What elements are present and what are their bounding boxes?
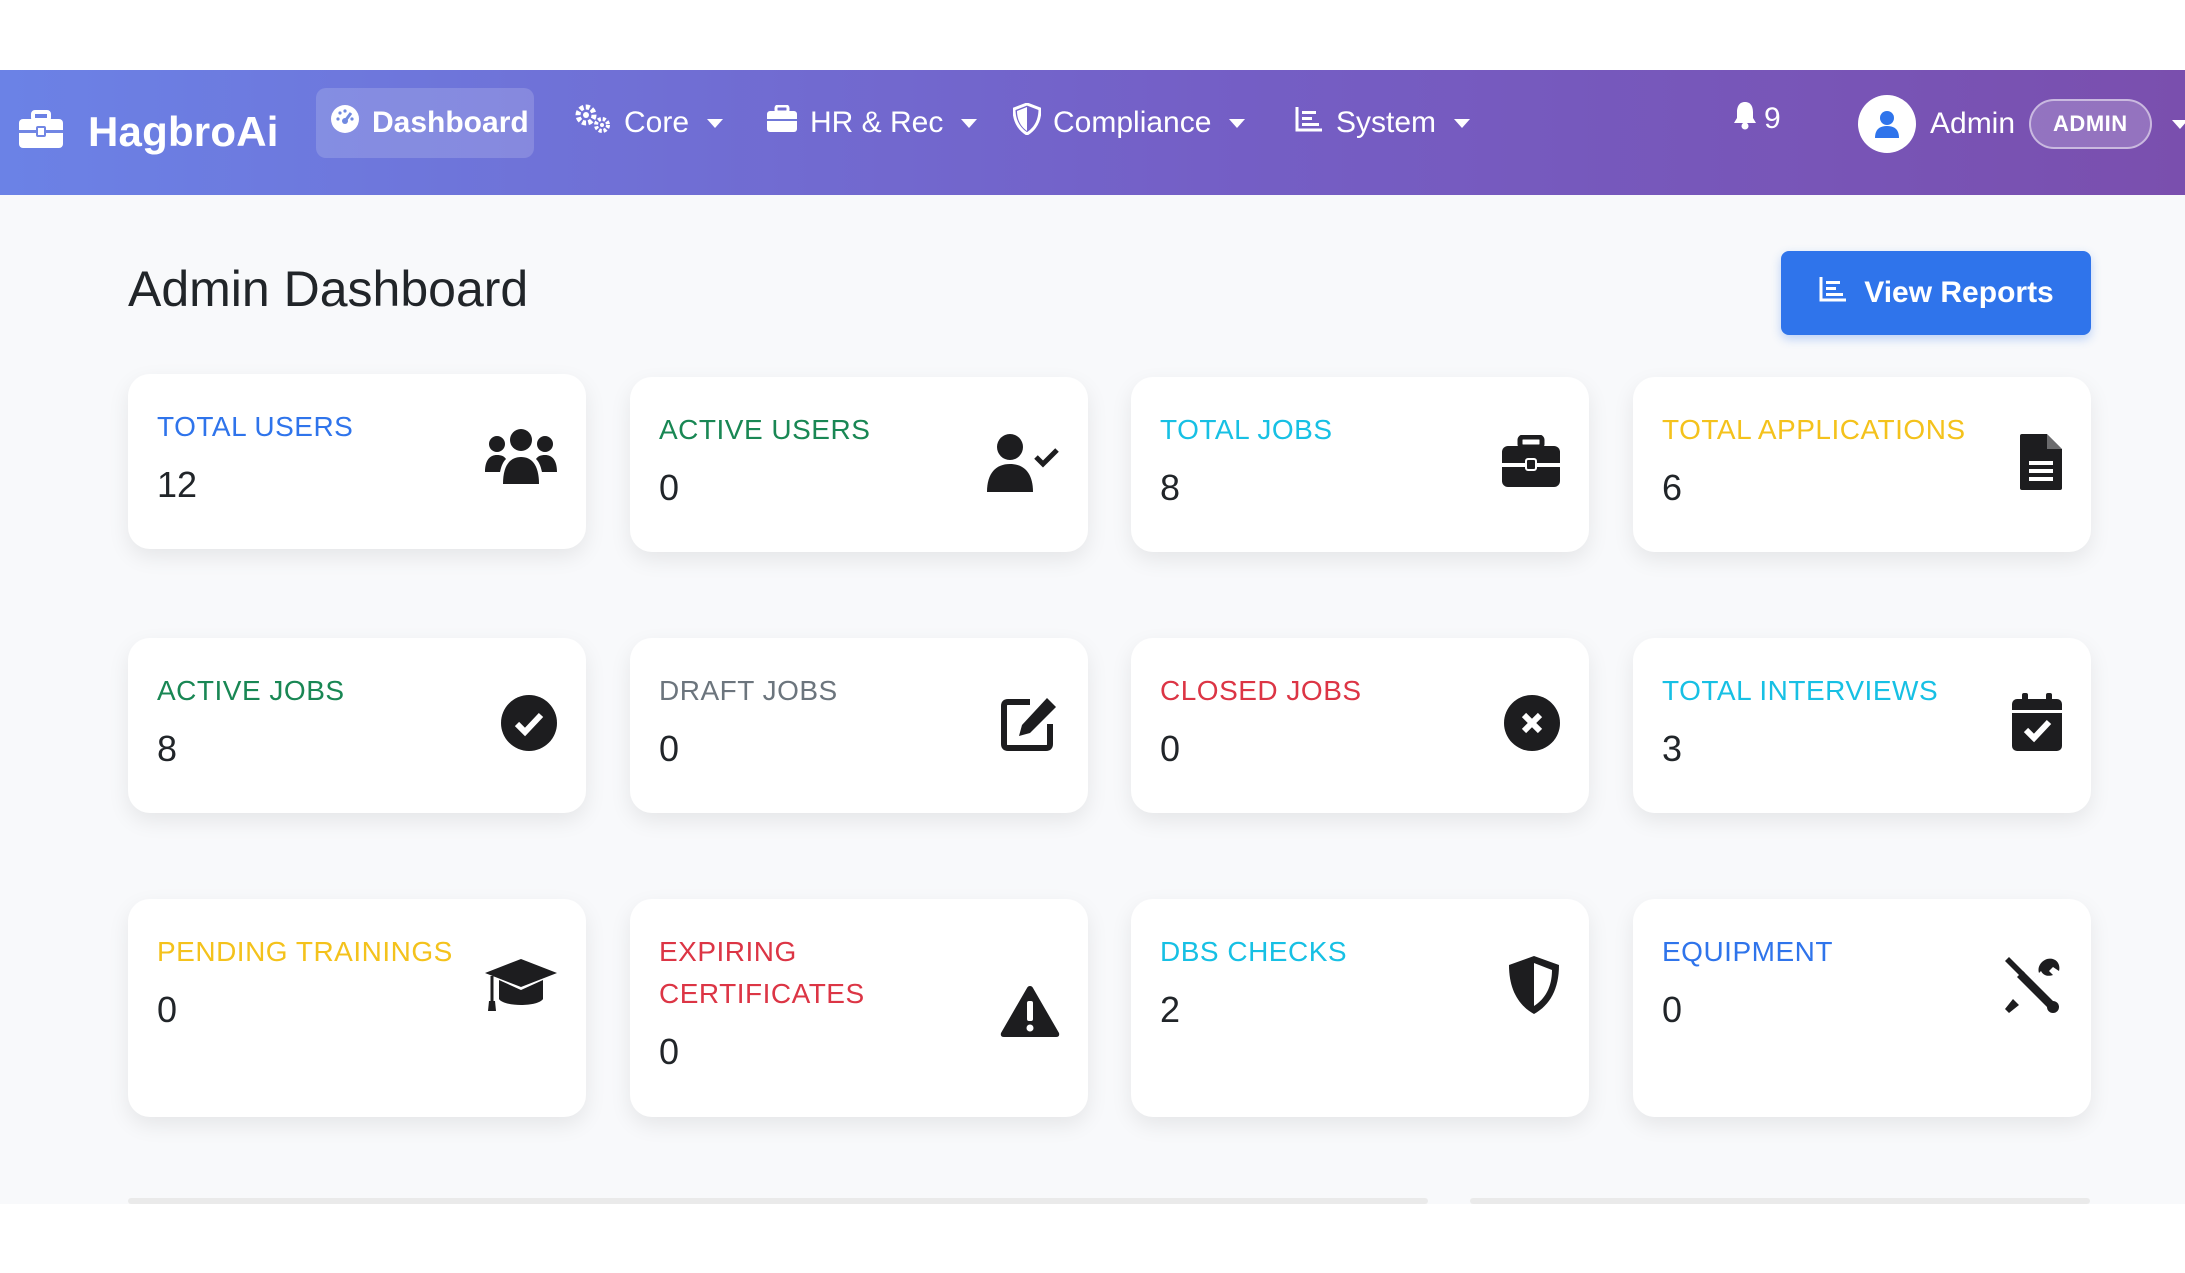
nav-core[interactable]: Core [560,88,737,158]
gauge-icon [330,104,360,142]
brand[interactable]: HagbroAi [18,100,279,164]
stat-card-total-interviews[interactable]: TOTAL INTERVIEWS 3 [1633,638,2091,813]
card-label: DRAFT JOBS [659,675,838,706]
page-title: Admin Dashboard [128,261,529,317]
bell-icon [1732,100,1758,138]
avatar [1858,95,1916,153]
stat-card-total-jobs[interactable]: TOTAL JOBS 8 [1131,377,1589,552]
tools-icon [2003,955,2063,1015]
chart-icon [1294,105,1324,141]
card-label: CLOSED JOBS [1160,675,1362,706]
nav-label: Compliance [1053,106,1212,139]
card-label: ACTIVE USERS [659,414,871,445]
stat-card-active-jobs[interactable]: ACTIVE JOBS 8 [128,638,586,813]
card-value: 8 [1160,467,1181,508]
shield-icon [1507,955,1561,1015]
nav-label: Dashboard [372,106,529,139]
card-label: TOTAL APPLICATIONS [1662,414,1966,445]
notification-count: 9 [1764,102,1781,135]
card-value: 0 [157,989,178,1030]
card-label: DBS CHECKS [1160,936,1348,967]
stat-card-closed-jobs[interactable]: CLOSED JOBS 0 [1131,638,1589,813]
section-divider [1470,1198,2090,1204]
card-label: ACTIVE JOBS [157,675,345,706]
briefcase-icon [766,104,798,141]
check-circle-icon [500,694,558,752]
card-value: 8 [157,728,178,769]
nav-hr-rec[interactable]: HR & Rec [752,88,991,158]
chart-icon [1818,275,1848,311]
file-icon [2019,433,2063,491]
user-name: Admin [1930,107,2016,140]
calendar-check-icon [2011,692,2063,752]
nav-label: Core [624,106,690,139]
stat-card-total-applications[interactable]: TOTAL APPLICATIONS 6 [1633,377,2091,552]
card-label: TOTAL INTERVIEWS [1662,675,1939,706]
stat-card-active-users[interactable]: ACTIVE USERS 0 [630,377,1088,552]
stat-card-expiring-certificates[interactable]: EXPIRING CERTIFICATES 0 [630,899,1088,1117]
chevron-down-icon [961,118,978,128]
notifications-button[interactable]: 9 [1732,100,1781,138]
stat-card-dbs-checks[interactable]: DBS CHECKS 2 [1131,899,1589,1117]
chevron-down-icon [2171,119,2185,129]
view-reports-button[interactable]: View Reports [1781,251,2091,335]
card-label-line: EXPIRING [659,936,797,967]
cogs-icon [574,104,612,142]
nav-label: System [1336,106,1437,139]
card-value: 0 [659,728,680,769]
section-divider [128,1198,1428,1204]
top-navbar: HagbroAi Dashboard Core HR & Rec Complia… [0,70,2185,195]
edit-icon [1000,694,1060,752]
card-label-line: CERTIFICATES [659,978,865,1009]
card-value: 0 [659,467,680,508]
app-frame: HagbroAi Dashboard Core HR & Rec Complia… [0,70,2185,1204]
view-reports-label: View Reports [1864,276,2054,309]
shield-icon [1012,102,1042,143]
card-label: PENDING TRAININGS [157,936,453,967]
stat-card-draft-jobs[interactable]: DRAFT JOBS 0 [630,638,1088,813]
card-value: 3 [1662,728,1683,769]
briefcase-icon [18,109,64,155]
chevron-down-icon [1454,118,1471,128]
user-menu[interactable]: Admin ADMIN [1858,95,2185,153]
role-badge: ADMIN [2029,99,2152,149]
stat-card-pending-trainings[interactable]: PENDING TRAININGS 0 [128,899,586,1117]
nav-system[interactable]: System [1280,88,1484,158]
stat-card-equipment[interactable]: EQUIPMENT 0 [1633,899,2091,1117]
chevron-down-icon [1229,118,1246,128]
briefcase-icon [1501,435,1561,489]
card-label: EQUIPMENT [1662,936,1833,967]
nav-label: HR & Rec [810,106,944,139]
card-label: TOTAL JOBS [1160,414,1333,445]
user-icon [1875,111,1899,138]
card-value: 0 [659,1031,680,1072]
graduation-cap-icon [484,957,558,1013]
card-value: 12 [157,464,198,505]
user-check-icon [986,433,1060,493]
nav-dashboard[interactable]: Dashboard [316,88,534,158]
users-icon [484,426,558,486]
card-value: 6 [1662,467,1683,508]
card-label: EXPIRING CERTIFICATES [659,931,865,1015]
brand-name: HagbroAi [88,108,279,155]
stat-card-total-users[interactable]: TOTAL USERS 12 [128,374,586,549]
chevron-down-icon [707,118,724,128]
nav-compliance[interactable]: Compliance [999,88,1259,158]
warning-icon [1000,984,1060,1038]
card-value: 2 [1160,989,1181,1030]
x-circle-icon [1503,694,1561,752]
card-label: TOTAL USERS [157,411,354,442]
card-value: 0 [1662,989,1683,1030]
card-value: 0 [1160,728,1181,769]
